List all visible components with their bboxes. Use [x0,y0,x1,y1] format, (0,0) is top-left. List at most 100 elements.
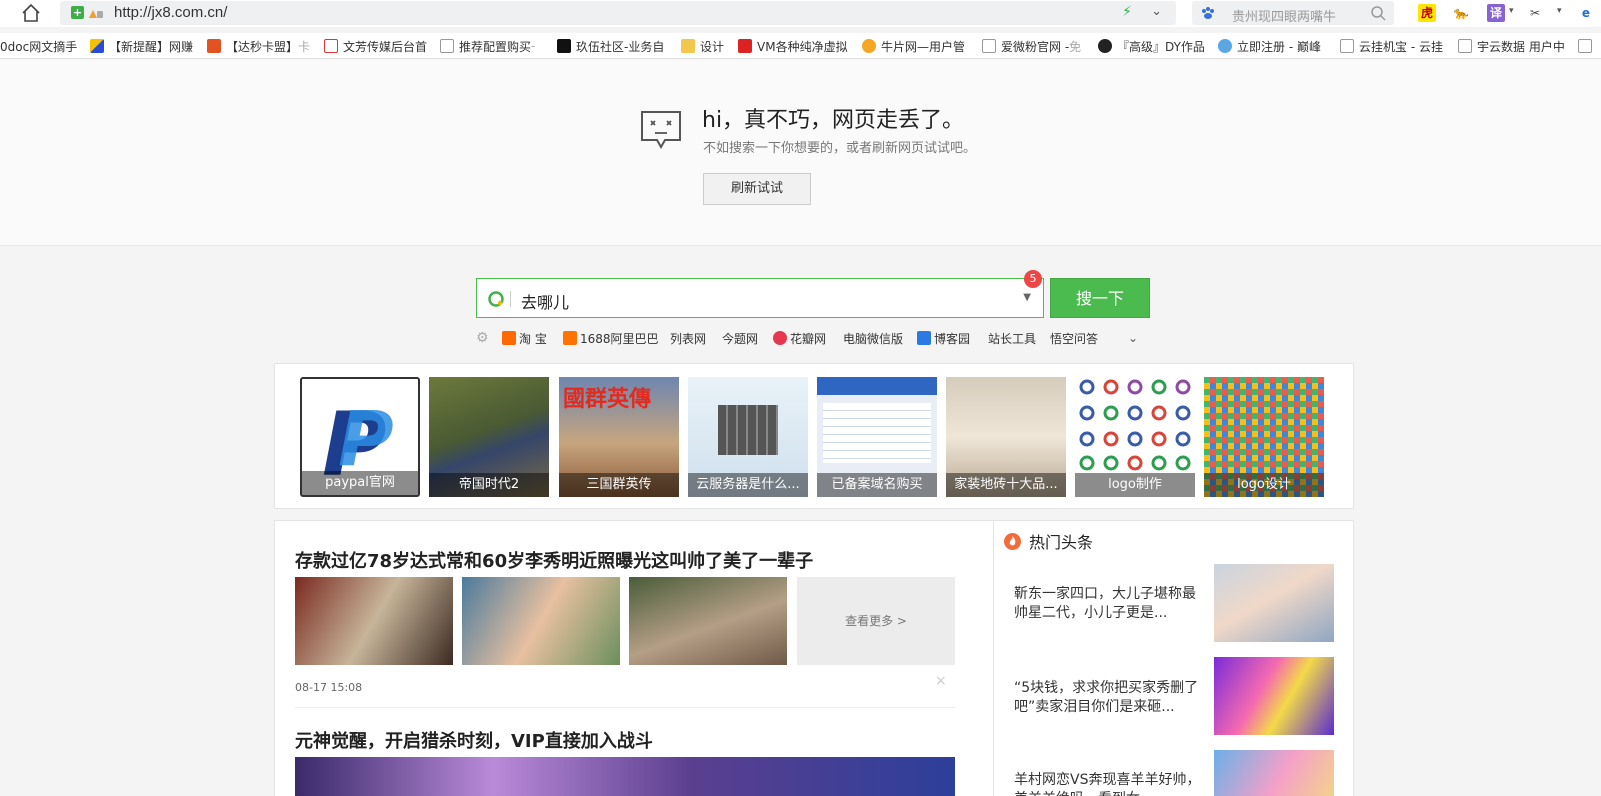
browser-logo-icon[interactable]: e [1577,4,1595,22]
hot-headline-image[interactable] [1214,657,1334,735]
bookmark-item[interactable]: 宇云数据 用户中 [1458,37,1565,55]
taobao-icon [502,331,516,345]
sad-face-icon [639,108,683,152]
hot-headline-item[interactable]: 羊村网恋VS奔现喜羊羊好帅，美羊羊绝吗，看到女... [1014,771,1204,796]
bookmark-item[interactable]: 推荐配置购买 - [440,37,535,55]
refresh-button[interactable]: 刷新试试 [703,173,811,205]
hot-headline-item[interactable]: “5块钱，求求你把买家秀删了吧”卖家泪目你们是来砸... [1014,679,1204,717]
article-title[interactable]: 元神觉醒，开启猎杀时刻，VIP直接加入战斗 [295,727,653,753]
bookmarks-bar: 0doc网文摘手 【新提醒】网赚 【达秒卡盟】卡 文芳传媒后台首 推荐配置购买 -… [0,33,1601,59]
game-ad-banner[interactable] [295,757,955,796]
tile-domain[interactable]: 已备案域名购买 [817,377,937,497]
bookmark-item[interactable]: 『高级』DY作品 [1098,37,1205,55]
bookmark-item[interactable]: 立即注册 - 巅峰 [1218,37,1321,55]
hu-extension-icon[interactable]: 虎 [1418,4,1436,22]
chevron-down-icon[interactable]: ⌄ [1151,4,1162,19]
tile-paypal[interactable]: PP paypal官网 [300,377,420,497]
article-time: 08-17 15:08 [295,681,363,694]
error-subtitle: 不如搜索一下你想要的，或者刷新网页试试吧。 [703,141,977,156]
tile-caption: 三国群英传 [559,473,679,497]
hot-headline-image[interactable] [1214,750,1334,796]
view-more-button[interactable]: 查看更多 > [797,577,955,665]
bookmark-item[interactable]: 文芳传媒后台首 [324,37,427,55]
search-input[interactable]: 去哪儿 ▼ 5 [476,270,1044,318]
close-icon[interactable]: × [935,673,947,689]
tile-caption: logo设计 [1204,473,1324,497]
bookmark-item[interactable] [1578,37,1597,55]
quicklink-item[interactable]: 淘 宝 [502,330,547,346]
expand-chevron-icon[interactable]: ⌄ [1128,330,1138,346]
search-icon[interactable] [1370,5,1386,21]
article-thumbnail[interactable] [295,577,453,665]
bookmark-icon [862,39,876,53]
article-thumbnail[interactable] [629,577,787,665]
bookmark-item[interactable]: 设计 [681,37,724,55]
image-strip: PP paypal官网 帝国时代2 國群英傳 三国群英传 云服务器是什么... … [274,363,1354,509]
folder-icon [681,39,695,53]
hot-headlines-title: 热门头条 [1029,533,1094,552]
address-bar[interactable]: + http://jx8.com.cn/ ⚡ ⌄ [60,1,1176,25]
quicklink-item[interactable]: 悟空问答 [1050,330,1098,346]
scissors-dropdown-icon[interactable]: ▾ [1557,6,1562,16]
tile-caption: logo制作 [1075,473,1195,497]
bookmark-item[interactable]: 爱微粉官网 -免 [982,37,1081,55]
quicklink-item[interactable]: 博客园 [917,330,970,346]
error-title: hi，真不巧，网页走丢了。 [702,108,965,133]
dropdown-arrow-icon[interactable]: ▼ [1023,292,1031,303]
quicklink-item[interactable]: 站长工具 [988,330,1036,346]
logo-grid-image [1079,379,1191,471]
quicklink-item[interactable]: 1688阿里巴巴 [563,330,659,346]
tile-logo-text: 國群英傳 [563,386,652,412]
quicklink-item[interactable]: 列表网 [670,330,706,346]
translate-dropdown-icon[interactable]: ▾ [1509,6,1514,16]
browser-search-box[interactable]: 贵州现四眼两嘴牛 [1192,1,1394,25]
news-feed: 存款过亿78岁达式常和60岁李秀明近照曝光这叫帅了美了一辈子 查看更多 > 08… [274,520,994,796]
tile-sanguo[interactable]: 國群英傳 三国群英传 [559,377,679,497]
page-icon [1458,39,1472,53]
home-icon[interactable] [20,3,42,23]
baidu-paw-icon[interactable] [1200,5,1216,21]
page-icon [1578,39,1592,53]
bookmark-icon [1218,39,1232,53]
input-separator [510,291,511,307]
quicklink-item[interactable]: 电脑微信版 [843,330,903,346]
tile-logo-make[interactable]: logo制作 [1075,377,1195,497]
page-icon [440,39,454,53]
tile-caption: 家装地砖十大品... [946,473,1066,497]
settings-gear-icon[interactable]: ⚙ [476,330,489,346]
bookmark-icon [90,39,104,53]
bookmark-item[interactable]: 【新提醒】网赚 [90,37,193,55]
tile-caption: paypal官网 [302,471,418,495]
browser-search-placeholder[interactable]: 贵州现四眼两嘴牛 [1232,6,1336,25]
tile-tiles[interactable]: 家装地砖十大品... [946,377,1066,497]
hot-headline-item[interactable]: 靳东一家四口，大儿子堪称最帅星二代，小儿子更是... [1014,585,1204,623]
translate-extension-icon[interactable]: 译 [1487,4,1505,22]
svg-text:P: P [338,394,394,483]
search-button[interactable]: 搜一下 [1050,278,1150,318]
tile-caption: 帝国时代2 [429,473,549,497]
bookmark-item[interactable]: 【达秒卡盟】卡 [207,37,310,55]
bookmark-item[interactable]: 云挂机宝 - 云挂 [1340,37,1443,55]
tile-cloud[interactable]: 云服务器是什么... [688,377,808,497]
search-value[interactable]: 去哪儿 [521,289,569,313]
quicklink-item[interactable]: 今题网 [722,330,758,346]
bookmark-item[interactable]: 牛片网—用户管 [862,37,965,55]
bookmark-item[interactable]: VM各种纯净虚拟 [738,37,848,55]
lightning-icon[interactable]: ⚡ [1122,4,1132,20]
bookmark-item[interactable]: 0doc网文摘手 [0,37,77,55]
url-text[interactable]: http://jx8.com.cn/ [114,4,227,21]
bookmark-icon [207,39,221,53]
warning-icon[interactable] [88,6,104,19]
tile-logo-design[interactable]: logo设计 [1204,377,1324,497]
tile-aoe2[interactable]: 帝国时代2 [429,377,549,497]
feed-divider [295,707,955,708]
hot-headline-image[interactable] [1214,564,1334,642]
quicklink-item[interactable]: 花瓣网 [773,330,826,346]
360-logo-icon [488,291,504,307]
scissors-icon[interactable]: ✂ [1526,4,1544,22]
article-title[interactable]: 存款过亿78岁达式常和60岁李秀明近照曝光这叫帅了美了一辈子 [295,547,813,573]
cnblogs-icon [917,331,931,345]
cat-extension-icon[interactable]: 🐆 [1452,4,1470,22]
bookmark-item[interactable]: 玖伍社区-业务自 [557,37,664,55]
article-thumbnail[interactable] [462,577,620,665]
